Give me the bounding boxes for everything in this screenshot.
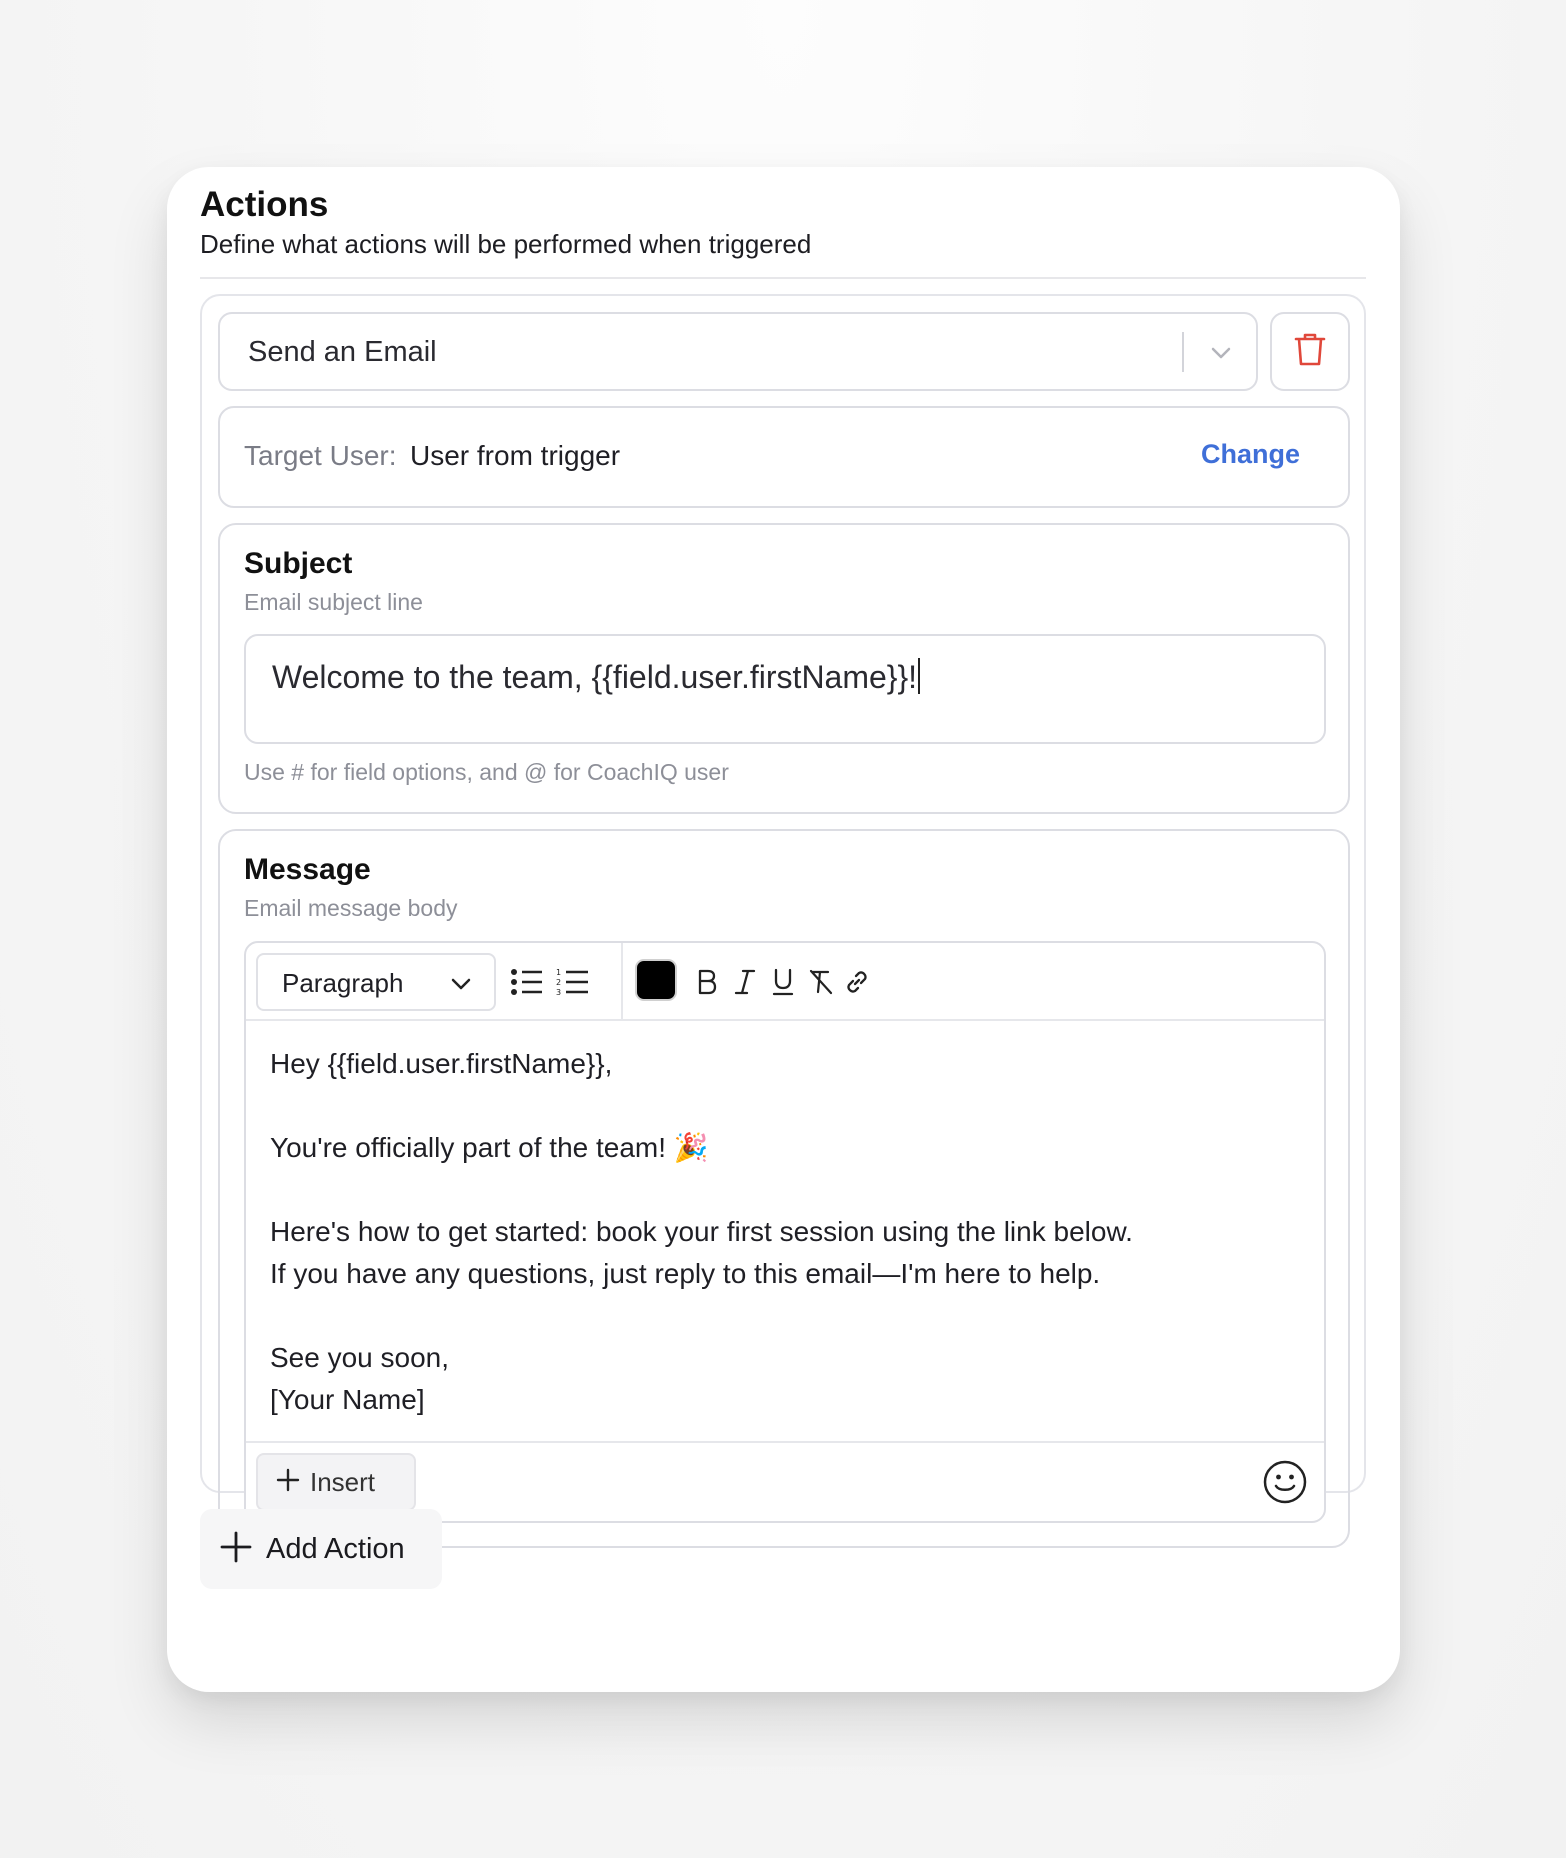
target-user-label: Target User: (244, 440, 397, 471)
numbered-list-icon[interactable]: 1 2 3 (554, 963, 592, 1001)
message-body-input[interactable]: Hey {{field.user.firstName}}, You're off… (270, 1043, 1300, 1421)
italic-icon[interactable] (726, 963, 764, 1001)
target-user-row: Target User: User from trigger Change (218, 406, 1350, 508)
delete-action-button[interactable] (1270, 312, 1350, 391)
insert-label: Insert (310, 1466, 376, 1497)
svg-text:2: 2 (556, 978, 561, 987)
smiley-icon[interactable] (1262, 1459, 1308, 1505)
bold-icon[interactable] (688, 963, 726, 1001)
body-line: [Your Name] (270, 1384, 425, 1415)
trash-icon (1293, 331, 1327, 372)
chevron-down-icon (448, 971, 474, 997)
svg-text:1: 1 (556, 968, 561, 977)
link-icon[interactable] (838, 963, 876, 1001)
chevron-down-icon[interactable] (1206, 338, 1236, 368)
block-type-select[interactable]: Paragraph (256, 953, 496, 1011)
action-type-select[interactable]: Send an Email (218, 312, 1258, 391)
text-color-icon[interactable] (635, 959, 677, 1001)
page-subtitle: Define what actions will be performed wh… (200, 229, 812, 259)
message-description: Email message body (244, 895, 458, 921)
body-line: Here's how to get started: book your fir… (270, 1216, 1133, 1247)
body-line: See you soon, (270, 1342, 450, 1373)
body-line: If you have any questions, just reply to… (270, 1258, 1101, 1289)
subject-section: Subject Email subject line Welcome to th… (218, 523, 1350, 814)
target-user-value: User from trigger (410, 440, 621, 471)
select-separator (1182, 332, 1184, 372)
plus-icon (220, 1531, 252, 1568)
insert-button[interactable]: Insert (256, 1453, 416, 1511)
subject-input[interactable]: Welcome to the team, {{field.user.firstN… (244, 634, 1326, 744)
text-caret (918, 658, 921, 694)
body-line (270, 1085, 1300, 1127)
underline-icon[interactable] (764, 963, 802, 1001)
divider (200, 277, 1366, 279)
add-action-label: Add Action (266, 1532, 405, 1565)
bulleted-list-icon[interactable] (508, 963, 546, 1001)
svg-text:3: 3 (556, 988, 561, 997)
action-container: Send an Email Target User: User from tri… (200, 294, 1366, 1548)
subject-hint: Use # for field options, and @ for Coach… (244, 759, 729, 785)
subject-title: Subject (244, 547, 353, 580)
block-type-value: Paragraph (282, 968, 404, 998)
toolbar-separator (621, 943, 623, 1019)
body-line (270, 1169, 1300, 1211)
actions-card: Actions Define what actions will be perf… (167, 167, 1400, 1692)
subject-value: Welcome to the team, {{field.user.firstN… (272, 659, 918, 695)
body-line: You're officially part of the team! 🎉 (270, 1132, 709, 1163)
message-editor: Paragraph 1 2 3 Hey {{field.user.firstNa… (244, 941, 1326, 1523)
add-action-button[interactable]: Add Action (200, 1509, 442, 1589)
editor-toolbar: Paragraph 1 2 3 (246, 943, 1324, 1021)
message-section: Message Email message body Paragraph 1 2… (218, 829, 1350, 1548)
clear-format-icon[interactable] (802, 963, 840, 1001)
page-title: Actions (200, 185, 329, 224)
body-line: Hey {{field.user.firstName}}, (270, 1048, 613, 1079)
message-title: Message (244, 853, 371, 886)
change-target-link[interactable]: Change (1201, 439, 1300, 470)
subject-description: Email subject line (244, 589, 423, 615)
plus-icon (276, 1468, 300, 1497)
action-type-value: Send an Email (248, 336, 437, 368)
body-line (270, 1295, 1300, 1337)
